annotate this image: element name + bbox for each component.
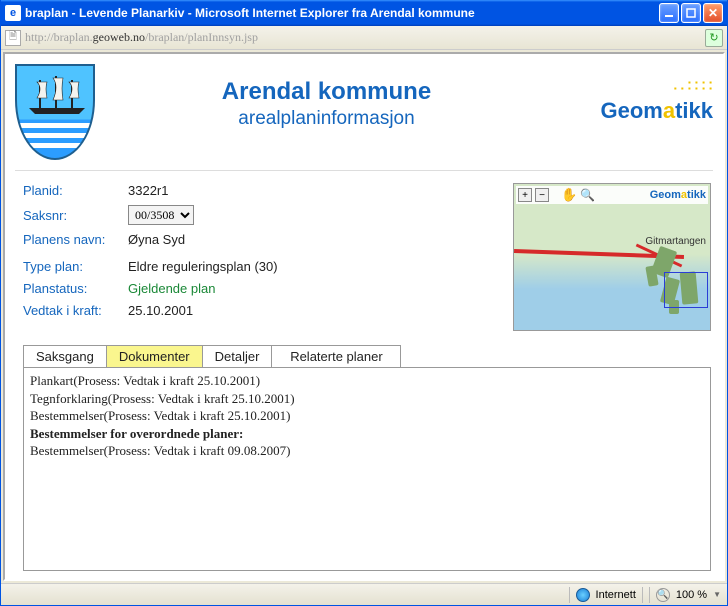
overview-map[interactable]: + − ✋ 🔍 Geomatikk Gitmartangen xyxy=(513,183,711,331)
plannavn-value: Øyna Syd xyxy=(128,232,185,247)
favicon-ie-icon: e xyxy=(5,5,21,21)
map-pan-icon[interactable]: ✋ xyxy=(561,187,577,203)
zoom-icon: 🔍 xyxy=(656,588,670,602)
map-toolbar: + − ✋ 🔍 Geomatikk xyxy=(516,186,708,204)
vedtak-value: 25.10.2001 xyxy=(128,303,193,318)
globe-icon xyxy=(576,588,590,602)
url-prefix: http://braplan. xyxy=(25,30,93,44)
doc-link-bestemmelser-2[interactable]: Bestemmelser(Prosess: Vedtak i kraft 09.… xyxy=(30,442,704,460)
map-zoom-in-button[interactable]: + xyxy=(518,188,532,202)
planid-label: Planid: xyxy=(23,183,128,198)
plannavn-label: Planens navn: xyxy=(23,232,128,247)
planstatus-label: Planstatus: xyxy=(23,281,128,296)
url-path: /braplan/planInnsyn.jsp xyxy=(145,30,258,44)
typeplan-label: Type plan: xyxy=(23,259,128,274)
page-icon: 🗎 xyxy=(5,30,21,46)
page-content: Arendal kommune arealplaninformasjon ▪ ▪… xyxy=(3,52,725,581)
address-bar: 🗎 http://braplan.geoweb.no/braplan/planI… xyxy=(1,26,727,50)
url-field[interactable]: http://braplan.geoweb.no/braplan/planInn… xyxy=(25,30,705,45)
security-zone-label: Internett xyxy=(596,589,636,601)
map-logo: Geomatikk xyxy=(650,189,706,201)
window-title: braplan - Levende Planarkiv - Microsoft … xyxy=(25,6,657,20)
page-title: Arendal kommune xyxy=(95,78,558,106)
tab-bar: Saksgang Dokumenter Detaljer Relaterte p… xyxy=(23,345,711,368)
status-bar: Internett 🔍 100 % ▼ xyxy=(1,583,727,605)
page-header: Arendal kommune arealplaninformasjon ▪ ▪… xyxy=(5,54,723,170)
zoom-dropdown-icon[interactable]: ▼ xyxy=(713,590,721,599)
tab-dokumenter[interactable]: Dokumenter xyxy=(106,345,203,367)
planstatus-value: Gjeldende plan xyxy=(128,281,215,296)
doc-section-header: Bestemmelser for overordnede planer: xyxy=(30,425,704,443)
arendal-crest-icon xyxy=(15,64,95,160)
geomatikk-logo: ▪ ▪ ▪ ▪▪ ▪ ▪ ▪ ▪ ▪ Geomatikk xyxy=(558,64,713,124)
doc-link-tegnforklaring[interactable]: Tegnforklaring(Prosess: Vedtak i kraft 2… xyxy=(30,390,704,408)
planid-value: 3322r1 xyxy=(128,183,168,198)
vedtak-label: Vedtak i kraft: xyxy=(23,303,128,318)
doc-link-bestemmelser-1[interactable]: Bestemmelser(Prosess: Vedtak i kraft 25.… xyxy=(30,407,704,425)
tab-saksgang[interactable]: Saksgang xyxy=(23,345,107,367)
maximize-button[interactable] xyxy=(681,3,701,23)
plan-fields: Planid: 3322r1 Saksnr: 00/3508 Planens n… xyxy=(23,183,501,325)
tab-relaterte-planer[interactable]: Relaterte planer xyxy=(271,345,401,367)
saksnr-select[interactable]: 00/3508 xyxy=(128,205,194,225)
refresh-button[interactable]: ↻ xyxy=(705,29,723,47)
map-selection-box xyxy=(664,272,708,308)
page-subtitle: arealplaninformasjon xyxy=(95,108,558,130)
url-host: geoweb.no xyxy=(93,30,145,44)
map-zoom-out-button[interactable]: − xyxy=(535,188,549,202)
minimize-button[interactable] xyxy=(659,3,679,23)
doc-link-plankart[interactable]: Plankart(Prosess: Vedtak i kraft 25.10.2… xyxy=(30,372,704,390)
documents-panel: Plankart(Prosess: Vedtak i kraft 25.10.2… xyxy=(23,368,711,571)
map-zoom-icon[interactable]: 🔍 xyxy=(580,188,595,202)
saksnr-label: Saksnr: xyxy=(23,208,128,223)
window-titlebar: e braplan - Levende Planarkiv - Microsof… xyxy=(1,0,727,26)
typeplan-value: Eldre reguleringsplan (30) xyxy=(128,259,278,274)
close-button[interactable]: ✕ xyxy=(703,3,723,23)
tab-detaljer[interactable]: Detaljer xyxy=(202,345,273,367)
zoom-level: 100 % xyxy=(676,589,707,601)
